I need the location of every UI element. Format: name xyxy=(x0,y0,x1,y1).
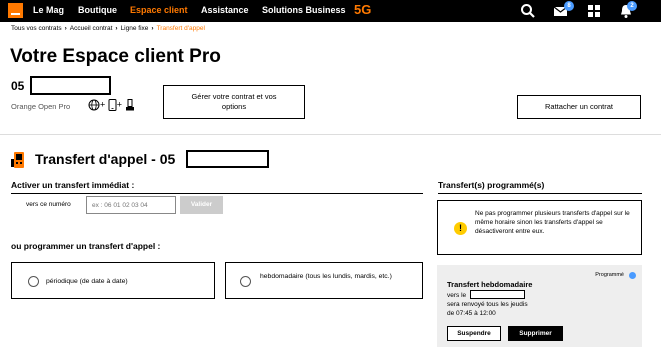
mail-badge: 8 xyxy=(564,1,574,11)
card-title: Transfert hebdomadaire xyxy=(447,280,533,289)
warning-icon: ! xyxy=(454,222,467,235)
card-repeat: sera renvoyé tous les jeudis xyxy=(447,301,528,308)
breadcrumb: Tous vos contrats › Accueil contrat › Ligne … xyxy=(11,25,205,32)
redacted-number xyxy=(470,290,525,299)
nav-assistance[interactable]: Assistance xyxy=(201,5,249,15)
breadcrumb-item[interactable]: Accueil contrat xyxy=(70,25,113,32)
chevron-right-icon: › xyxy=(151,25,154,32)
chevron-right-icon: › xyxy=(115,25,118,32)
chevron-right-icon: › xyxy=(64,25,67,32)
contract-number-prefix: 05 xyxy=(11,79,25,93)
globe-icon xyxy=(88,99,100,111)
status-label: Programmé xyxy=(595,272,624,278)
status-dot xyxy=(629,272,636,279)
radio-button[interactable] xyxy=(28,276,39,287)
landline-phone-icon xyxy=(125,99,134,111)
plus-sign: + xyxy=(116,99,123,110)
redacted-number xyxy=(186,150,269,168)
immediate-transfer-title: Activer un transfert immédiat : xyxy=(11,180,135,190)
manage-contract-button[interactable]: Gérer votre contrat et vos options xyxy=(163,85,305,119)
apps-grid-icon[interactable] xyxy=(586,3,602,19)
weekly-option-label: hebdomadaire (tous les lundis, mardis, e… xyxy=(260,273,392,280)
to-number-label: vers ce numéro xyxy=(26,201,71,208)
page-title: Votre Espace client Pro xyxy=(10,46,221,67)
section-underline xyxy=(11,193,423,194)
divider xyxy=(0,134,661,135)
nav-5g[interactable]: 5G xyxy=(354,2,371,17)
delete-button[interactable]: Supprimer xyxy=(508,326,563,341)
orange-logo[interactable] xyxy=(8,3,23,18)
radio-button[interactable] xyxy=(240,276,251,287)
program-transfer-title: ou programmer un transfert d'appel : xyxy=(11,241,161,251)
plus-sign: + xyxy=(100,99,106,110)
validate-button[interactable]: Valider xyxy=(180,196,223,214)
suspend-button[interactable]: Suspendre xyxy=(447,326,501,341)
phone-number-input[interactable] xyxy=(86,196,176,214)
scheduled-transfers-title: Transfert(s) programmé(s) xyxy=(438,180,545,190)
info-box: ! Ne pas programmer plusieurs transferts… xyxy=(437,200,642,255)
nav-solutions-business[interactable]: Solutions Business xyxy=(262,5,346,15)
nav-boutique[interactable]: Boutique xyxy=(78,5,117,15)
section-underline xyxy=(438,193,642,194)
bell-badge: 2 xyxy=(627,1,637,11)
call-transfer-icon xyxy=(11,151,26,169)
card-time: de 07:45 à 12:00 xyxy=(447,310,496,317)
breadcrumb-item[interactable]: Tous vos contrats xyxy=(11,25,62,32)
periodic-option[interactable]: périodique (de date à date) xyxy=(11,262,215,299)
top-navigation: Le Mag Boutique Espace client Assistance… xyxy=(0,0,661,22)
info-text: Ne pas programmer plusieurs transferts d… xyxy=(475,210,630,235)
breadcrumb-item[interactable]: Ligne fixe xyxy=(121,25,149,32)
mobile-phone-icon xyxy=(108,99,117,111)
periodic-option-label: périodique (de date à date) xyxy=(46,278,128,285)
card-to-label: vers le xyxy=(447,292,467,299)
scheduled-transfer-card: Programmé Transfert hebdomadaire vers le… xyxy=(437,265,642,347)
search-icon[interactable] xyxy=(520,3,536,19)
breadcrumb-current: Transfert d'appel xyxy=(156,25,205,32)
offer-name: Orange Open Pro xyxy=(11,102,71,111)
transfer-title: Transfert d'appel - 05 xyxy=(35,151,176,167)
weekly-option[interactable]: hebdomadaire (tous les lundis, mardis, e… xyxy=(225,262,423,299)
nav-le-mag[interactable]: Le Mag xyxy=(33,5,64,15)
service-icons: + + xyxy=(88,99,135,113)
nav-espace-client[interactable]: Espace client xyxy=(130,5,188,15)
redacted-number xyxy=(30,76,111,95)
attach-contract-button[interactable]: Rattacher un contrat xyxy=(517,95,641,119)
